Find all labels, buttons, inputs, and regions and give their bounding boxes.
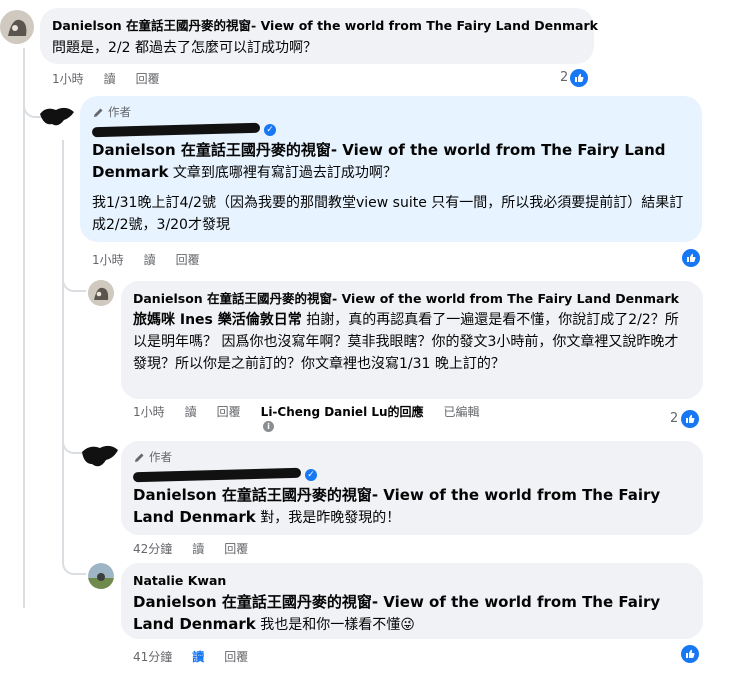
comment-text: Danielson 在童話王國丹麥的視窗- View of the world … [133,484,691,529]
like-count[interactable]: 2 [670,411,678,426]
replied-to-link[interactable]: Li-Cheng Daniel Lu的回應 [261,403,424,420]
redacted-name [132,467,302,483]
like-icon[interactable] [682,249,700,267]
comment-bubble: Natalie Kwan Danielson 在童話王國丹麥的視窗- View … [121,563,703,639]
comment-text-paragraph: 我1/31晚上訂4/2號（因為我要的那間教堂view suite 只有一間，所以… [92,195,684,233]
avatar[interactable] [88,280,114,306]
verified-icon: ✓ [264,124,276,136]
reply-button[interactable]: 回覆 [176,251,200,268]
thread-connector [62,555,86,575]
author-label: 作者 [149,450,172,464]
comment-text: Danielson 在童話王國丹麥的視窗- View of the world … [92,139,690,184]
author-label: 作者 [108,105,131,119]
avatar[interactable] [36,104,78,130]
author-comment-bubble: 作者 ✓ Danielson 在童話王國丹麥的視窗- View of the w… [80,96,702,242]
avatar[interactable] [88,563,114,589]
avatar[interactable] [78,442,122,472]
comment-text-rest: 文章到底哪裡有寫訂過去訂成功啊？ [168,165,397,181]
reply-button[interactable]: 回覆 [136,70,160,87]
comment-text: Danielson 在童話王國丹麥的視窗- View of the world … [133,591,691,636]
read-button[interactable]: 讀 [192,648,204,665]
edited-label: 已編輯 [443,404,480,419]
read-button[interactable]: 讀 [104,70,116,87]
verified-icon: ✓ [305,469,317,481]
comment-text-rest: 我也是和你一樣看不懂😜 [255,617,415,633]
comment-author[interactable]: Danielson 在童話王國丹麥的視窗- View of the world … [52,17,598,34]
comment-author[interactable]: Natalie Kwan [133,572,691,589]
comment-actions: 1小時 讀 回覆 [52,69,180,87]
mention-link[interactable]: 旅媽咪 Ines 樂活倫敦日常 [133,312,302,328]
comment-actions: 42分鐘 讀 回覆 [133,539,268,557]
comment-time[interactable]: 1小時 [133,403,165,420]
comment-time[interactable]: 1小時 [52,70,84,87]
author-badge: 作者 [93,104,690,120]
comment-author[interactable]: Danielson 在童話王國丹麥的視窗- View of the world … [133,290,691,307]
like-count[interactable]: 2 [560,70,568,85]
comment-time[interactable]: 41分鐘 [133,648,172,665]
pencil-icon [94,108,103,117]
read-button[interactable]: 讀 [185,403,197,420]
like-icon[interactable] [681,645,699,663]
reply-button[interactable]: 回覆 [224,648,248,665]
comment-actions: 1小時 讀 回覆 Li-Cheng Daniel Lu的回應 已編輯 [133,402,500,420]
pencil-icon [135,453,144,462]
like-icon[interactable] [681,410,699,428]
like-icon[interactable] [570,69,588,87]
author-badge: 作者 [134,449,691,465]
author-comment-bubble: 作者 ✓ Danielson 在童話王國丹麥的視窗- View of the w… [121,441,703,535]
thread-line-sub [62,140,64,560]
comment-time[interactable]: 1小時 [92,251,124,268]
read-button[interactable]: 讀 [144,251,156,268]
comment-time[interactable]: 42分鐘 [133,540,172,557]
thread-line-main [23,48,25,608]
reply-button[interactable]: 回覆 [224,540,248,557]
comment-text: 旅媽咪 Ines 樂活倫敦日常 拍謝，真的再認真看了一遍還是看不懂，你說訂成了2… [133,309,691,375]
info-icon[interactable]: i [263,421,274,432]
comment-bubble: Danielson 在童話王國丹麥的視窗- View of the world … [40,8,598,64]
comment-text: 問題是，2/2 都過去了怎麼可以訂成功啊？ [52,40,317,56]
comment-actions: 41分鐘 讀 回覆 [133,647,268,665]
avatar[interactable] [0,10,34,44]
comment-bubble: Danielson 在童話王國丹麥的視窗- View of the world … [121,281,703,399]
comment-actions: 1小時 讀 回覆 [92,250,220,268]
comment-text-rest: 對，我是昨晚發現的！ [255,510,401,526]
reply-button[interactable]: 回覆 [217,403,241,420]
read-button[interactable]: 讀 [192,540,204,557]
thread-connector [62,272,86,292]
redacted-name [91,122,261,138]
